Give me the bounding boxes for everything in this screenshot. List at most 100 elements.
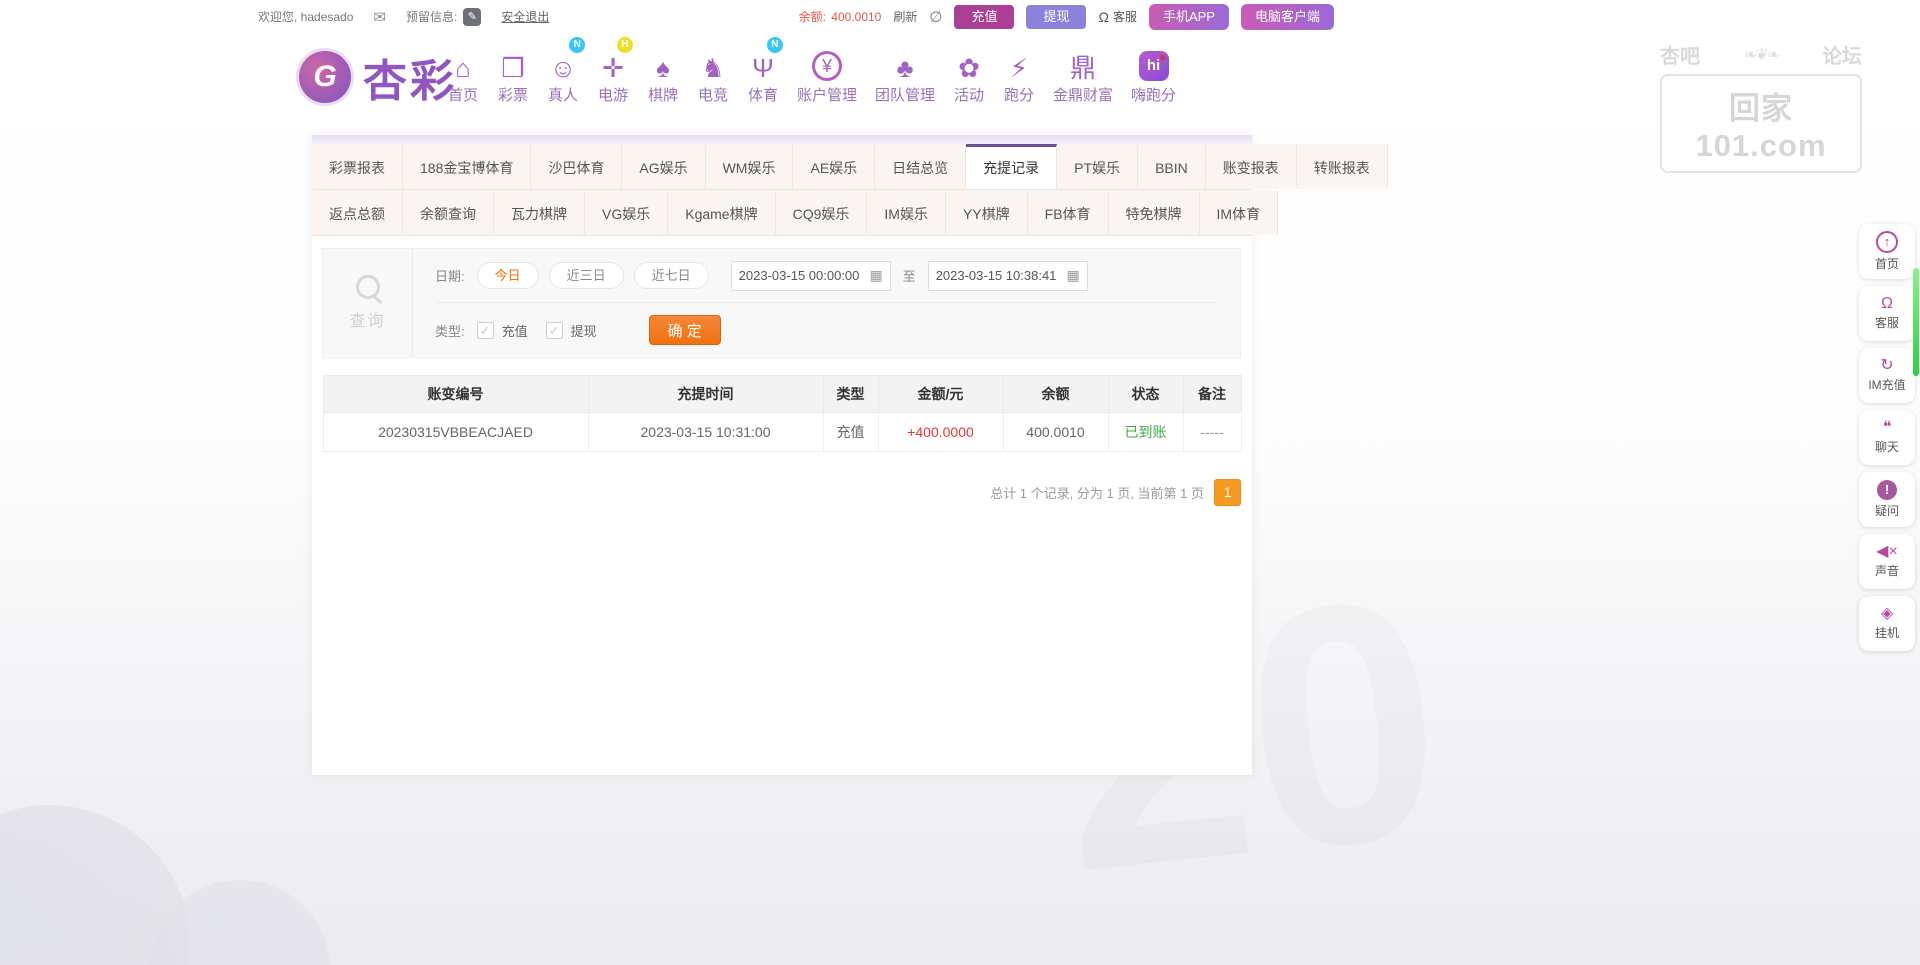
report-tab[interactable]: 188金宝博体育 (403, 144, 531, 189)
report-tab[interactable]: BBIN (1138, 144, 1206, 189)
sidebar-label: 挂机 (1875, 624, 1899, 641)
confirm-button[interactable]: 确 定 (649, 315, 721, 345)
nav-icon: ⚡ (1010, 55, 1028, 81)
decor-sphere (0, 805, 190, 965)
nav-item[interactable]: Ψ N 体育 (738, 43, 788, 105)
edit-pencil-icon[interactable]: ✎ (463, 8, 481, 26)
date-to-input[interactable]: 2023-03-15 10:38:41 ▦ (928, 261, 1088, 291)
nav-label: 棋牌 (648, 84, 678, 105)
sidebar-icon: ◈ (1881, 606, 1893, 622)
nav-icon: ¥ (812, 51, 842, 81)
quick-date-pill[interactable]: 近三日 (549, 262, 624, 289)
nav-item[interactable]: ♠ 棋牌 (638, 43, 688, 105)
nav-item[interactable]: 鼎 金鼎财富 (1044, 43, 1122, 105)
site-logo[interactable]: G 杏彩 (296, 45, 457, 109)
report-tab[interactable]: Kgame棋牌 (668, 190, 775, 235)
sidebar-item[interactable]: ❝ 聊天 (1859, 410, 1915, 465)
nav-item[interactable]: ⚡ 跑分 (994, 43, 1044, 105)
sidebar-label: 客服 (1875, 314, 1899, 331)
nav-icon: hi (1139, 51, 1169, 81)
sidebar-item[interactable]: ◈ 挂机 (1859, 596, 1915, 651)
checkbox-icon[interactable]: ✓ (477, 322, 494, 339)
deposit-button[interactable]: 充值 (954, 5, 1014, 29)
nav-label: 团队管理 (875, 84, 935, 105)
nav-item[interactable]: ☺ N 真人 (538, 43, 588, 105)
nav-label: 活动 (954, 84, 984, 105)
nav-item[interactable]: ✿ 活动 (944, 43, 994, 105)
report-tab[interactable]: 账变报表 (1206, 144, 1297, 189)
quick-date-pills: 今日 近三日 近七日 (477, 262, 709, 289)
calendar-icon[interactable]: ▦ (1066, 267, 1079, 284)
table-header-cell: 金额/元 (878, 376, 1003, 413)
nav-item[interactable]: ✛ H 电游 (588, 43, 638, 105)
date-from-input[interactable]: 2023-03-15 00:00:00 ▦ (731, 261, 891, 291)
sidebar-item[interactable]: ! 疑问 (1859, 472, 1915, 527)
logo-emblem-icon: G (296, 48, 354, 106)
report-tab[interactable]: CQ9娱乐 (776, 190, 868, 235)
nav-icon: ♞ (701, 55, 724, 81)
report-tab[interactable]: PT娱乐 (1057, 144, 1138, 189)
topbar: 欢迎您, hadesado ✉ 预留信息: ✎ 安全退出 余额: 400.001… (0, 0, 1920, 33)
report-tab[interactable]: FB体育 (1028, 190, 1109, 235)
report-tab[interactable]: 特免棋牌 (1109, 190, 1200, 235)
sidebar-icon: ! (1877, 480, 1897, 500)
report-tab[interactable]: WM娱乐 (706, 144, 794, 189)
quick-date-pill[interactable]: 今日 (477, 262, 539, 289)
tabs-row-2: 返点总额 余额查询 瓦力棋牌 VG娱乐 Kgame棋牌 CQ9娱乐 IM娱乐 Y… (312, 190, 1252, 236)
report-tab[interactable]: AE娱乐 (793, 144, 875, 189)
pc-client-button[interactable]: 电脑客户端 (1241, 4, 1334, 30)
sidebar-icon: ↻ (1880, 358, 1893, 374)
pagination: 总计 1 个记录, 分为 1 页, 当前第 1 页 1 (312, 479, 1241, 506)
report-tab[interactable]: 瓦力棋牌 (494, 190, 585, 235)
quick-date-pill[interactable]: 近七日 (634, 262, 709, 289)
headset-icon: Ω (1098, 9, 1108, 25)
sidebar-item[interactable]: ◀× 声音 (1859, 534, 1915, 589)
scrollbar-thumb[interactable] (1913, 268, 1919, 376)
nav-icon: ❒ (501, 55, 524, 81)
sidebar-icon: ❝ (1883, 420, 1892, 436)
checkbox-icon[interactable]: ✓ (546, 322, 563, 339)
type-checkbox-group[interactable]: ✓ 充值 (477, 321, 528, 340)
report-tab[interactable]: 日结总览 (875, 144, 966, 189)
report-tab[interactable]: AG娱乐 (622, 144, 705, 189)
balance-value: 400.0010 (831, 10, 881, 24)
report-tab[interactable]: VG娱乐 (585, 190, 668, 235)
report-tab[interactable]: 彩票报表 (312, 144, 403, 189)
nav-item[interactable]: ♞ 电竞 (688, 43, 738, 105)
nav-label: 电游 (598, 84, 628, 105)
date-from-value: 2023-03-15 00:00:00 (739, 268, 860, 283)
report-tab[interactable]: 余额查询 (403, 190, 494, 235)
nav-label: 彩票 (498, 84, 528, 105)
report-tab[interactable]: 充提记录 (966, 144, 1057, 189)
mail-icon[interactable]: ✉ (373, 8, 386, 26)
calendar-icon[interactable]: ▦ (869, 267, 882, 284)
type-checkboxes: ✓ 充值 ✓ 提现 (477, 321, 615, 340)
nav-item[interactable]: ♣ 团队管理 (866, 43, 944, 105)
mobile-app-button[interactable]: 手机APP (1149, 4, 1229, 30)
sidebar-label: 声音 (1875, 562, 1899, 579)
nav-icon: ✿ (958, 55, 980, 81)
eye-off-icon[interactable]: ∅ (929, 8, 942, 26)
withdraw-button[interactable]: 提现 (1026, 5, 1086, 29)
type-checkbox-group[interactable]: ✓ 提现 (546, 321, 597, 340)
type-label: 类型: (435, 321, 465, 340)
report-tab[interactable]: 返点总额 (312, 190, 403, 235)
logout-link[interactable]: 安全退出 (501, 8, 549, 25)
nav-item[interactable]: hi 嗨跑分 (1122, 43, 1185, 105)
sidebar-item[interactable]: Ω 客服 (1859, 286, 1915, 341)
report-tab[interactable]: YY棋牌 (946, 190, 1028, 235)
sidebar-item[interactable]: ↑ 首页 (1859, 224, 1915, 279)
nav-item[interactable]: ¥ 账户管理 (788, 43, 866, 105)
report-tab[interactable]: IM体育 (1200, 190, 1279, 235)
report-tab[interactable]: IM娱乐 (867, 190, 946, 235)
sidebar-item[interactable]: ↻ IM充值 (1859, 348, 1915, 403)
sidebar-icon: ◀× (1876, 544, 1898, 560)
report-tab[interactable]: 沙巴体育 (531, 144, 622, 189)
refresh-link[interactable]: 刷新 (893, 8, 917, 25)
report-tab[interactable]: 转账报表 (1297, 144, 1388, 189)
sidebar-label: 首页 (1875, 255, 1899, 272)
nav-item[interactable]: ❒ 彩票 (488, 43, 538, 105)
page-number-button[interactable]: 1 (1214, 479, 1241, 506)
customer-service-link[interactable]: Ω 客服 (1098, 8, 1136, 25)
nav-item[interactable]: ⌂ 首页 (438, 43, 488, 105)
